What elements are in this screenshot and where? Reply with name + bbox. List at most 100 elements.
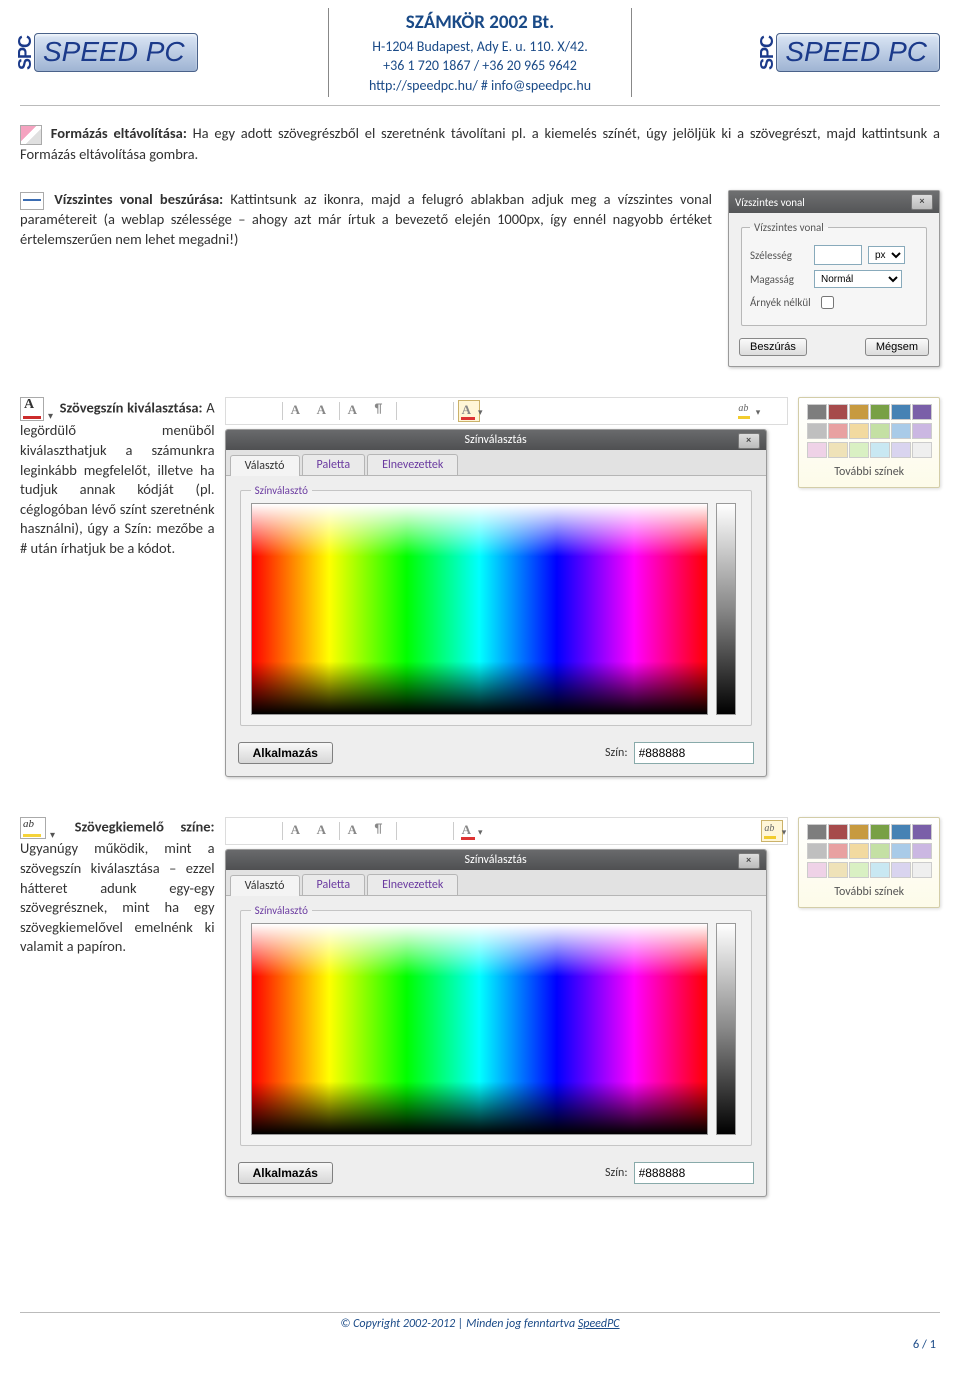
font-icon[interactable] bbox=[313, 400, 335, 422]
color-swatch[interactable] bbox=[828, 862, 848, 878]
color-swatch[interactable] bbox=[807, 843, 827, 859]
page-number: 6 / 1 bbox=[20, 1331, 940, 1352]
strike-icon[interactable] bbox=[344, 820, 366, 842]
apply-button[interactable]: Alkalmazás bbox=[238, 1162, 333, 1184]
height-label: Magasság bbox=[750, 273, 808, 286]
toolbar-icon[interactable] bbox=[256, 400, 278, 422]
color-swatch[interactable] bbox=[807, 423, 827, 439]
company-address: H-1204 Budapest, Ady E. u. 110. X/42. bbox=[369, 37, 591, 57]
color-swatch[interactable] bbox=[828, 843, 848, 859]
color-swatch[interactable] bbox=[912, 404, 932, 420]
lightness-bar[interactable] bbox=[716, 923, 736, 1135]
color-swatch[interactable] bbox=[828, 824, 848, 840]
width-input[interactable] bbox=[814, 245, 862, 265]
szin-input[interactable] bbox=[634, 1162, 754, 1184]
color-swatch[interactable] bbox=[912, 824, 932, 840]
color-spectrum[interactable] bbox=[251, 923, 708, 1135]
highlight-color-button[interactable]: ▾ bbox=[761, 820, 783, 842]
more-colors-button[interactable]: További színek bbox=[799, 880, 939, 907]
align-icon[interactable] bbox=[427, 400, 449, 422]
font-icon[interactable] bbox=[287, 820, 309, 842]
footer-brand-link[interactable]: SpeedPC bbox=[578, 1317, 620, 1331]
color-swatch[interactable] bbox=[870, 423, 890, 439]
tab-paletta[interactable]: Paletta bbox=[302, 874, 366, 895]
color-swatch[interactable] bbox=[849, 824, 869, 840]
chevron-down-icon bbox=[50, 824, 58, 832]
textcolor-row: Szövegszín kiválasztása: A legördülő men… bbox=[20, 397, 940, 777]
eraser-title: Formázás eltávolítása: bbox=[51, 124, 187, 142]
color-swatch[interactable] bbox=[807, 862, 827, 878]
align-icon[interactable] bbox=[427, 820, 449, 842]
color-swatch[interactable] bbox=[891, 843, 911, 859]
font-icon[interactable] bbox=[313, 820, 335, 842]
color-swatch[interactable] bbox=[870, 843, 890, 859]
toolbar-icon[interactable] bbox=[761, 400, 783, 422]
color-swatch[interactable] bbox=[870, 862, 890, 878]
color-swatch[interactable] bbox=[891, 862, 911, 878]
tab-valaszto[interactable]: Választó bbox=[230, 875, 300, 896]
apply-button[interactable]: Alkalmazás bbox=[238, 742, 333, 764]
insert-hr-icon bbox=[20, 192, 44, 210]
color-swatch[interactable] bbox=[807, 442, 827, 458]
insert-button[interactable]: Beszúrás bbox=[739, 338, 807, 356]
toolbar-separator bbox=[339, 402, 340, 420]
tab-valaszto[interactable]: Választó bbox=[230, 455, 300, 476]
tab-elnevezettek[interactable]: Elnevezettek bbox=[367, 874, 458, 895]
cancel-button[interactable]: Mégsem bbox=[865, 338, 929, 356]
close-icon[interactable]: × bbox=[738, 853, 760, 869]
color-swatch[interactable] bbox=[891, 423, 911, 439]
shadow-checkbox[interactable] bbox=[821, 296, 834, 309]
color-swatch[interactable] bbox=[912, 442, 932, 458]
more-colors-button[interactable]: További színek bbox=[799, 460, 939, 487]
align-icon[interactable] bbox=[401, 820, 423, 842]
font-icon[interactable] bbox=[287, 400, 309, 422]
color-swatch[interactable] bbox=[807, 824, 827, 840]
color-fieldset: Színválasztó bbox=[240, 484, 752, 726]
color-swatch[interactable] bbox=[849, 423, 869, 439]
tab-paletta[interactable]: Paletta bbox=[302, 454, 366, 475]
color-spectrum[interactable] bbox=[251, 503, 708, 715]
color-swatch[interactable] bbox=[849, 862, 869, 878]
color-swatch[interactable] bbox=[849, 404, 869, 420]
hr-dialog-titlebar[interactable]: Vízszintes vonal × bbox=[729, 191, 939, 213]
color-swatch[interactable] bbox=[912, 423, 932, 439]
color-dialog-titlebar[interactable]: Színválasztás × bbox=[226, 850, 766, 870]
highlight-color-button[interactable]: ▾ bbox=[735, 400, 757, 422]
width-unit-select[interactable]: px bbox=[868, 246, 905, 264]
text-color-button[interactable]: ▾ bbox=[458, 820, 480, 842]
strike-icon[interactable] bbox=[344, 400, 366, 422]
page-header: SPC SPEED PC SZÁMKÖR 2002 Bt. H-1204 Bud… bbox=[20, 0, 940, 101]
color-dialog-titlebar[interactable]: Színválasztás × bbox=[226, 430, 766, 450]
color-swatch[interactable] bbox=[807, 404, 827, 420]
pilcrow-icon[interactable] bbox=[370, 400, 392, 422]
close-icon[interactable]: × bbox=[911, 194, 933, 210]
text-color-button[interactable]: ▾ bbox=[458, 400, 480, 422]
color-swatch[interactable] bbox=[912, 862, 932, 878]
pilcrow-icon[interactable] bbox=[370, 820, 392, 842]
color-swatch[interactable] bbox=[912, 843, 932, 859]
toolbar-icon[interactable] bbox=[230, 400, 252, 422]
close-icon[interactable]: × bbox=[738, 433, 760, 449]
highlight-title: Szövegkiemelő színe: bbox=[75, 818, 215, 836]
color-swatch[interactable] bbox=[870, 824, 890, 840]
tab-elnevezettek[interactable]: Elnevezettek bbox=[367, 454, 458, 475]
color-swatch[interactable] bbox=[891, 404, 911, 420]
color-swatch[interactable] bbox=[828, 423, 848, 439]
page-footer: © Copyright 2002-2012 | Minden jog fennt… bbox=[20, 1312, 940, 1352]
szin-input[interactable] bbox=[634, 742, 754, 764]
color-swatch[interactable] bbox=[849, 442, 869, 458]
lightness-bar[interactable] bbox=[716, 503, 736, 715]
height-select[interactable]: Normál bbox=[814, 270, 902, 288]
color-swatch[interactable] bbox=[828, 442, 848, 458]
toolbar-icon[interactable] bbox=[256, 820, 278, 842]
color-swatch[interactable] bbox=[891, 442, 911, 458]
toolbar-icon[interactable] bbox=[230, 820, 252, 842]
color-fieldset-legend: Színválasztó bbox=[251, 904, 312, 917]
color-swatch[interactable] bbox=[891, 824, 911, 840]
color-swatch[interactable] bbox=[849, 843, 869, 859]
color-swatch[interactable] bbox=[870, 442, 890, 458]
align-icon[interactable] bbox=[401, 400, 423, 422]
color-swatch[interactable] bbox=[828, 404, 848, 420]
header-center: SZÁMKÖR 2002 Bt. H-1204 Budapest, Ady E.… bbox=[328, 8, 632, 97]
color-swatch[interactable] bbox=[870, 404, 890, 420]
